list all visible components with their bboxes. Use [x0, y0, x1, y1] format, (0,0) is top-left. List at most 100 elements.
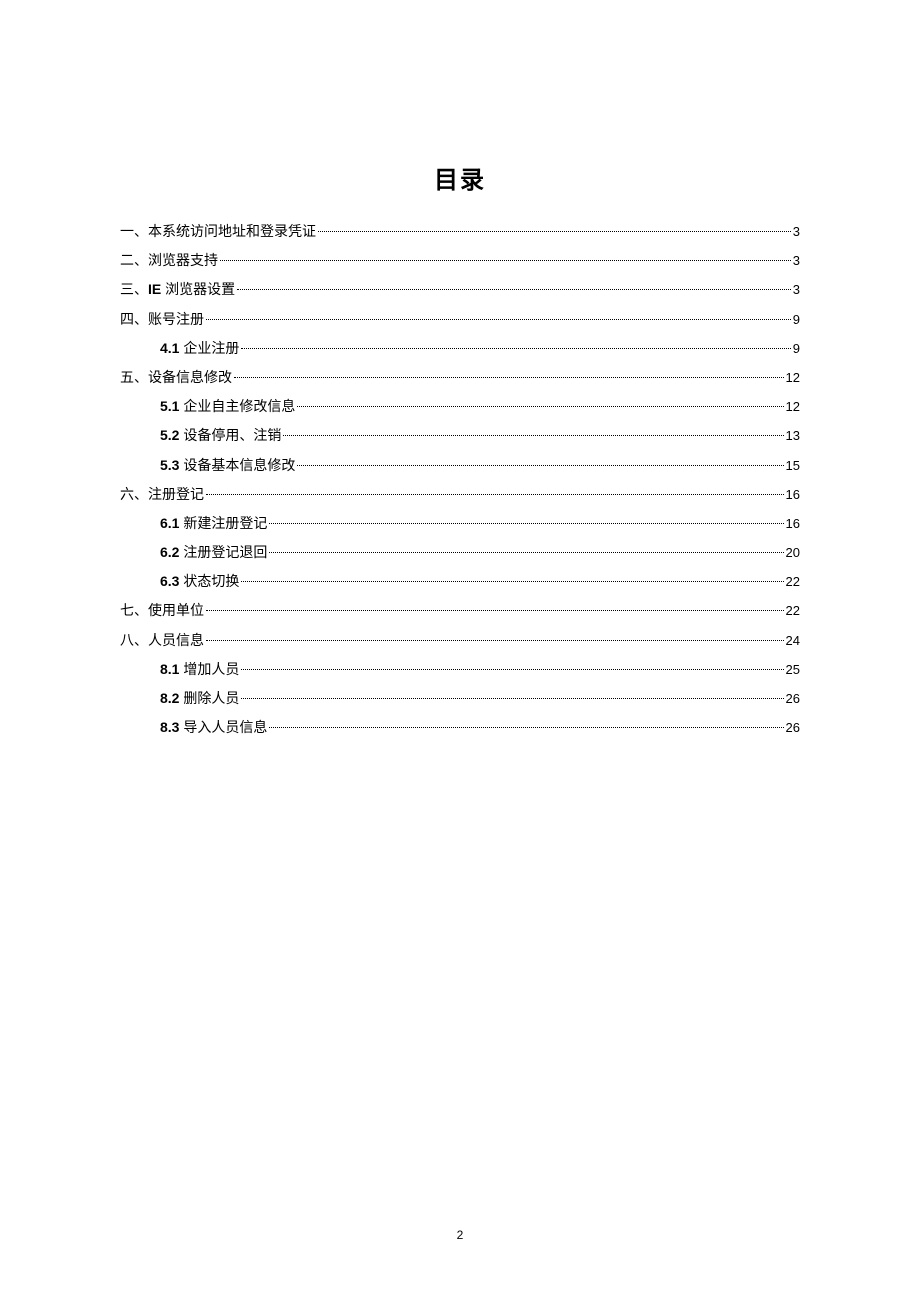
toc-entry: 5.3 设备基本信息修改 15 [120, 453, 800, 478]
toc-entry: 4.1 企业注册 9 [120, 336, 800, 361]
toc-entry-text: 人员信息 [148, 632, 204, 648]
toc-entry-label: 二、浏览器支持 [120, 248, 218, 273]
toc-entry-page: 13 [786, 424, 800, 447]
toc-entry-page: 12 [786, 395, 800, 418]
toc-entry-label: 6.3 状态切换 [160, 569, 239, 594]
toc-entry: 七、使用单位 22 [120, 598, 800, 623]
toc-entry-page: 24 [786, 629, 800, 652]
toc-leader-dots [241, 348, 790, 349]
toc-leader-dots [220, 260, 791, 261]
toc-entry-text: 设备基本信息修改 [183, 457, 295, 473]
toc-entry-page: 26 [786, 687, 800, 710]
toc-entry-text: 删除人员 [183, 690, 239, 706]
toc-entry-text: 设备信息修改 [148, 369, 232, 385]
toc-leader-dots [318, 231, 791, 232]
toc-entry-page: 20 [786, 541, 800, 564]
toc-entry-page: 15 [786, 454, 800, 477]
toc-entry-page: 22 [786, 599, 800, 622]
toc-entry-number: 8.1 [160, 661, 183, 677]
toc-leader-dots [269, 523, 783, 524]
toc-entry-label: 6.2 注册登记退回 [160, 540, 267, 565]
toc-leader-dots [234, 377, 784, 378]
toc-entry-prefix: 七、 [120, 602, 148, 618]
toc-entry-number: 6.2 [160, 544, 183, 560]
toc-entry-label: 5.3 设备基本信息修改 [160, 453, 295, 478]
toc-entry-label: 8.3 导入人员信息 [160, 715, 267, 740]
toc-entry-prefix: 四、 [120, 311, 148, 327]
toc-leader-dots [206, 640, 784, 641]
toc-entry-page: 9 [793, 337, 800, 360]
toc-entry: 8.2 删除人员 26 [120, 686, 800, 711]
toc-entry-number: 8.3 [160, 719, 183, 735]
toc-entry: 六、注册登记 16 [120, 482, 800, 507]
toc-entry-number: 5.1 [160, 398, 183, 414]
toc-leader-dots [206, 494, 784, 495]
toc-entry-prefix: 六、 [120, 486, 148, 502]
toc-entry-page: 3 [793, 220, 800, 243]
toc-entry-number: 5.3 [160, 457, 183, 473]
toc-leader-dots [206, 319, 791, 320]
toc-entry-text: 浏览器支持 [148, 252, 218, 268]
toc-entry-label: 四、账号注册 [120, 307, 204, 332]
toc-entry-page: 12 [786, 366, 800, 389]
page-number: 2 [0, 1228, 920, 1242]
toc-entry: 5.1 企业自主修改信息 12 [120, 394, 800, 419]
toc-entry: 三、IE 浏览器设置 3 [120, 277, 800, 302]
toc-entry-prefix: 三、 [120, 281, 148, 297]
toc-entry-number: 6.3 [160, 573, 183, 589]
toc-entry-text: 新建注册登记 [183, 515, 267, 531]
toc-entry-text: 注册登记 [148, 486, 204, 502]
toc-entry-number: 8.2 [160, 690, 183, 706]
toc-entry: 五、设备信息修改 12 [120, 365, 800, 390]
toc-entry-page: 22 [786, 570, 800, 593]
toc-entry-text: 本系统访问地址和登录凭证 [148, 223, 316, 239]
toc-entry-label: 6.1 新建注册登记 [160, 511, 267, 536]
toc-entry-label: 六、注册登记 [120, 482, 204, 507]
toc-entry: 八、人员信息 24 [120, 628, 800, 653]
toc-entry: 8.1 增加人员 25 [120, 657, 800, 682]
toc-leader-dots [206, 610, 784, 611]
toc-entry-text: 使用单位 [148, 602, 204, 618]
toc-entry-number: 5.2 [160, 427, 183, 443]
toc-entry-text: 企业自主修改信息 [183, 398, 295, 414]
toc-leader-dots [269, 552, 783, 553]
toc-entry-prefix: 五、 [120, 369, 148, 385]
toc-entry-text: 账号注册 [148, 311, 204, 327]
toc-entry-text: 导入人员信息 [183, 719, 267, 735]
toc-entry-label: 一、本系统访问地址和登录凭证 [120, 219, 316, 244]
document-page: 目录 一、本系统访问地址和登录凭证 3二、浏览器支持 3三、IE 浏览器设置 3… [0, 0, 920, 740]
toc-entry: 二、浏览器支持 3 [120, 248, 800, 273]
toc-leader-dots [241, 669, 783, 670]
toc-title: 目录 [120, 160, 800, 195]
toc-leader-dots [297, 406, 783, 407]
toc-leader-dots [297, 465, 783, 466]
toc-entry-page: 9 [793, 308, 800, 331]
toc-entry-label: 5.2 设备停用、注销 [160, 423, 281, 448]
toc-entry-label: 三、IE 浏览器设置 [120, 277, 235, 302]
toc-entry: 6.3 状态切换 22 [120, 569, 800, 594]
toc-leader-dots [237, 289, 791, 290]
toc-leader-dots [269, 727, 783, 728]
toc-entry-text: 设备停用、注销 [183, 427, 281, 443]
toc-entry-text: 增加人员 [183, 661, 239, 677]
toc-leader-dots [241, 698, 783, 699]
toc-leader-dots [283, 435, 783, 436]
toc-entry-label: 4.1 企业注册 [160, 336, 239, 361]
toc-entry-text: 浏览器设置 [165, 281, 235, 297]
toc-entry-text: 状态切换 [183, 573, 239, 589]
toc-entry: 8.3 导入人员信息 26 [120, 715, 800, 740]
toc-entry-prefix: 二、 [120, 252, 148, 268]
toc-entry-label: 5.1 企业自主修改信息 [160, 394, 295, 419]
toc-entry-prefix: 八、 [120, 632, 148, 648]
toc-entry-number: 4.1 [160, 340, 183, 356]
toc-entry-label: 8.1 增加人员 [160, 657, 239, 682]
toc-entry-page: 16 [786, 483, 800, 506]
toc-entry: 一、本系统访问地址和登录凭证 3 [120, 219, 800, 244]
toc-leader-dots [241, 581, 783, 582]
toc-entry-label: 8.2 删除人员 [160, 686, 239, 711]
toc-entry-page: 3 [793, 249, 800, 272]
toc-entry-page: 25 [786, 658, 800, 681]
toc-entry-prefix: 一、 [120, 223, 148, 239]
toc-entry-text: 企业注册 [183, 340, 239, 356]
toc-entry-label: 五、设备信息修改 [120, 365, 232, 390]
